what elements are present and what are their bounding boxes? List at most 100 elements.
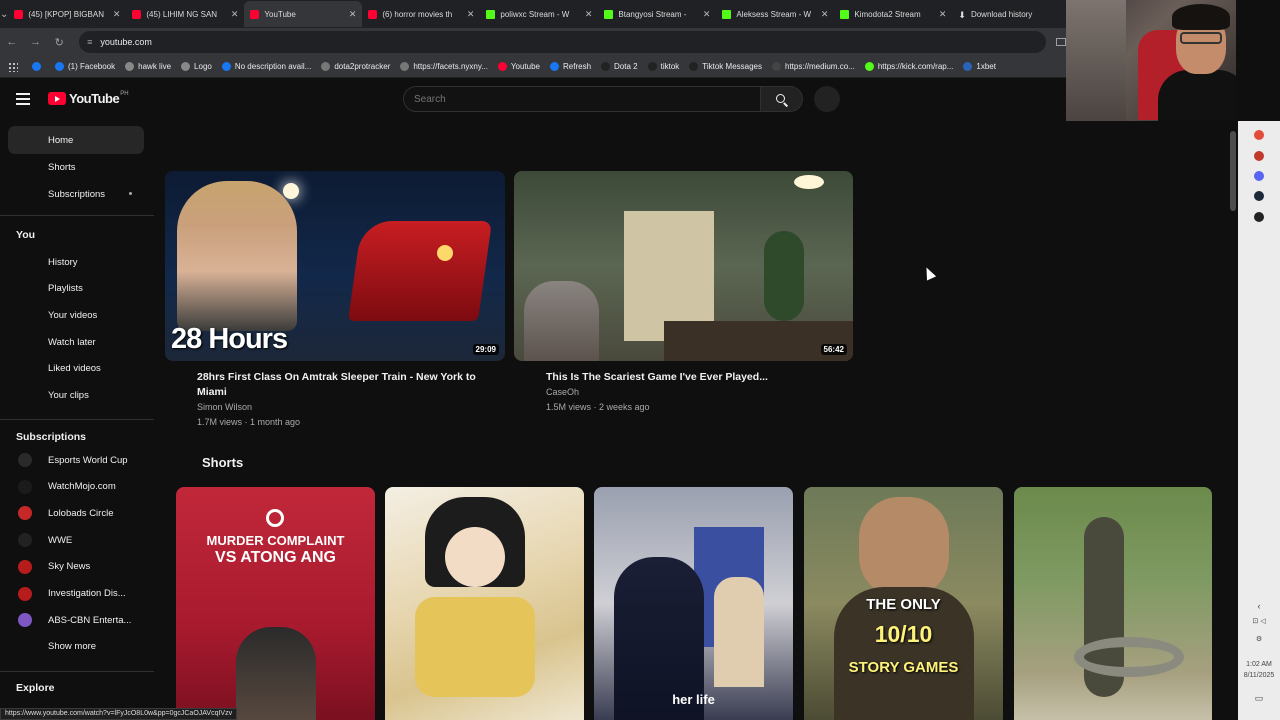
close-tab-icon[interactable]: ✕ xyxy=(703,9,711,20)
steam-icon[interactable] xyxy=(1254,191,1264,201)
subscription-item[interactable]: Investigation Dis... xyxy=(8,581,144,607)
reload-icon[interactable]: ↻ xyxy=(47,36,71,49)
address-bar[interactable]: ≡ youtube.com xyxy=(79,31,1047,53)
subscription-item[interactable]: Esports World Cup xyxy=(8,447,144,473)
bookmark-favicon-icon xyxy=(55,62,64,71)
chevron-left-icon[interactable]: ‹ xyxy=(1240,601,1278,611)
bookmark-item[interactable] xyxy=(32,62,45,71)
discord-icon[interactable] xyxy=(1254,171,1264,181)
bookmark-item[interactable]: hawk live xyxy=(125,62,171,71)
browser-tab[interactable]: Aleksess Stream - W ✕ xyxy=(716,1,834,27)
sidebar-item-shorts[interactable]: Shorts xyxy=(8,153,144,181)
short-thumbnail[interactable] xyxy=(385,487,584,720)
video-title[interactable]: 28hrs First Class On Amtrak Sleeper Trai… xyxy=(197,370,497,400)
you-heading[interactable]: You xyxy=(16,229,35,241)
apps-grid-icon[interactable] xyxy=(8,61,18,72)
search-button[interactable] xyxy=(761,86,803,112)
menu-icon[interactable] xyxy=(16,93,30,105)
subscription-item[interactable]: ABS-CBN Enterta... xyxy=(8,607,144,633)
browser-tab[interactable]: YouTube ✕ xyxy=(244,1,363,27)
close-tab-icon[interactable]: ✕ xyxy=(231,9,239,20)
subscription-item[interactable]: Lolobads Circle xyxy=(8,500,144,526)
sidebar-item-playlists[interactable]: Playlists xyxy=(8,275,144,303)
browser-tab[interactable]: (45) [KPOP] BIGBAN ✕ xyxy=(8,1,126,27)
bookmark-item[interactable]: Logo xyxy=(181,62,212,71)
subscription-name: Investigation Dis... xyxy=(48,588,126,599)
clock-time[interactable]: 1:02 AM xyxy=(1240,661,1278,668)
video-channel[interactable]: CaseOh xyxy=(546,385,579,399)
sidebar-item-watch-later[interactable]: Watch later xyxy=(8,328,144,356)
short-thumbnail[interactable]: her life xyxy=(594,487,793,720)
youtube-play-icon xyxy=(48,92,66,105)
browser-tab[interactable]: (6) horror movies th ✕ xyxy=(362,1,480,27)
subscription-item[interactable]: Sky News xyxy=(8,554,144,580)
forward-icon[interactable]: → xyxy=(24,36,48,48)
close-tab-icon[interactable]: ✕ xyxy=(939,9,947,20)
site-info-icon[interactable]: ≡ xyxy=(87,37,92,47)
bookmark-item[interactable]: Refresh xyxy=(550,62,591,71)
browser-tab[interactable]: ⬇ Download history xyxy=(952,1,1070,27)
browser-tab[interactable]: Kimodota2 Stream ✕ xyxy=(834,1,952,27)
windows-side-panel: ‹ ⊡ ◁ ⚙ 1:02 AM 8/11/2025 ▭ xyxy=(1238,121,1280,720)
scrollbar-thumb[interactable] xyxy=(1230,131,1236,211)
window-icon[interactable] xyxy=(1056,38,1067,46)
video-title[interactable]: This Is The Scariest Game I've Ever Play… xyxy=(546,370,846,385)
chrome-icon[interactable] xyxy=(1254,130,1264,140)
short-thumbnail[interactable]: MURDER COMPLAINT VS ATONG ANG xyxy=(176,487,375,720)
bookmark-favicon-icon xyxy=(321,62,331,71)
sidebar-item-your-videos[interactable]: Your videos xyxy=(8,301,144,329)
clock-date[interactable]: 8/11/2025 xyxy=(1240,672,1278,679)
short-thumbnail[interactable] xyxy=(1014,487,1212,720)
kick-icon xyxy=(486,9,496,19)
obs-icon[interactable] xyxy=(1254,212,1264,222)
bookmark-item[interactable]: https://facets.nyxny... xyxy=(400,62,488,71)
close-tab-icon[interactable]: ✕ xyxy=(113,9,121,20)
bookmark-item[interactable]: tiktok xyxy=(647,62,679,71)
bookmark-item[interactable]: Youtube xyxy=(497,62,540,71)
sidebar-item-subscriptions[interactable]: Subscriptions xyxy=(8,180,144,208)
browser-tab[interactable]: poliwxc Stream - W ✕ xyxy=(480,1,598,27)
close-tab-icon[interactable]: ✕ xyxy=(349,9,357,20)
sidebar-item-liked-videos[interactable]: Liked videos xyxy=(8,355,144,383)
voice-search-button[interactable] xyxy=(814,86,840,112)
tab-search-chevron-icon[interactable]: ⌄ xyxy=(0,0,8,28)
subscription-item[interactable]: WWE xyxy=(8,527,144,553)
kick-icon xyxy=(722,9,732,19)
close-tab-icon[interactable]: ✕ xyxy=(467,9,475,20)
browser-tab[interactable]: (45) LIHIM NG SAN ✕ xyxy=(126,1,244,27)
channel-avatar xyxy=(18,479,32,494)
close-tab-icon[interactable]: ✕ xyxy=(585,9,593,20)
browser-tab[interactable]: Btangyosi Stream - ✕ xyxy=(598,1,716,27)
search-input[interactable] xyxy=(403,86,761,112)
sidebar-item-history[interactable]: History xyxy=(8,248,144,276)
bookmark-item[interactable]: dota2protracker xyxy=(321,62,390,71)
network-icon[interactable]: ⊡ ◁ xyxy=(1240,617,1278,625)
show-more-button[interactable]: Show more xyxy=(8,632,144,660)
bookmark-item[interactable]: https://kick.com/rap... xyxy=(864,62,953,71)
bookmark-item[interactable]: No description avail... xyxy=(221,62,312,71)
video-thumbnail[interactable]: 28 Hours 29:09 xyxy=(165,171,505,361)
tab-title: (45) [KPOP] BIGBAN xyxy=(28,9,104,19)
snake-image xyxy=(1074,637,1184,677)
back-icon[interactable]: ← xyxy=(0,36,24,48)
bookmark-item[interactable]: 1xbet xyxy=(963,62,996,71)
bookmark-item[interactable]: Dota 2 xyxy=(601,62,638,71)
bookmark-label: No description avail... xyxy=(234,62,312,71)
video-thumbnail[interactable]: 56:42 xyxy=(514,171,853,361)
close-tab-icon[interactable]: ✕ xyxy=(821,9,829,20)
bookmark-favicon-icon xyxy=(181,62,191,71)
video-channel[interactable]: Simon Wilson xyxy=(197,400,252,414)
youtube-logo[interactable]: YouTube PH xyxy=(48,91,129,106)
short-thumbnail[interactable]: THE ONLY 10/10 STORY GAMES xyxy=(804,487,1003,720)
bookmark-favicon-icon xyxy=(497,62,507,71)
notification-icon[interactable]: ▭ xyxy=(1240,693,1278,704)
subscription-item[interactable]: WatchMojo.com xyxy=(8,474,144,500)
settings-icon[interactable]: ⚙ xyxy=(1240,635,1278,643)
page-scrollbar[interactable] xyxy=(1228,121,1238,720)
bookmark-item[interactable]: https://medium.co... xyxy=(772,62,855,71)
bookmark-item[interactable]: (1) Facebook xyxy=(55,62,115,71)
app-icon[interactable] xyxy=(1254,151,1264,161)
sidebar-item-home[interactable]: Home xyxy=(8,126,144,154)
bookmark-item[interactable]: Tiktok Messages xyxy=(689,62,762,71)
sidebar-item-your-clips[interactable]: Your clips xyxy=(8,382,144,410)
